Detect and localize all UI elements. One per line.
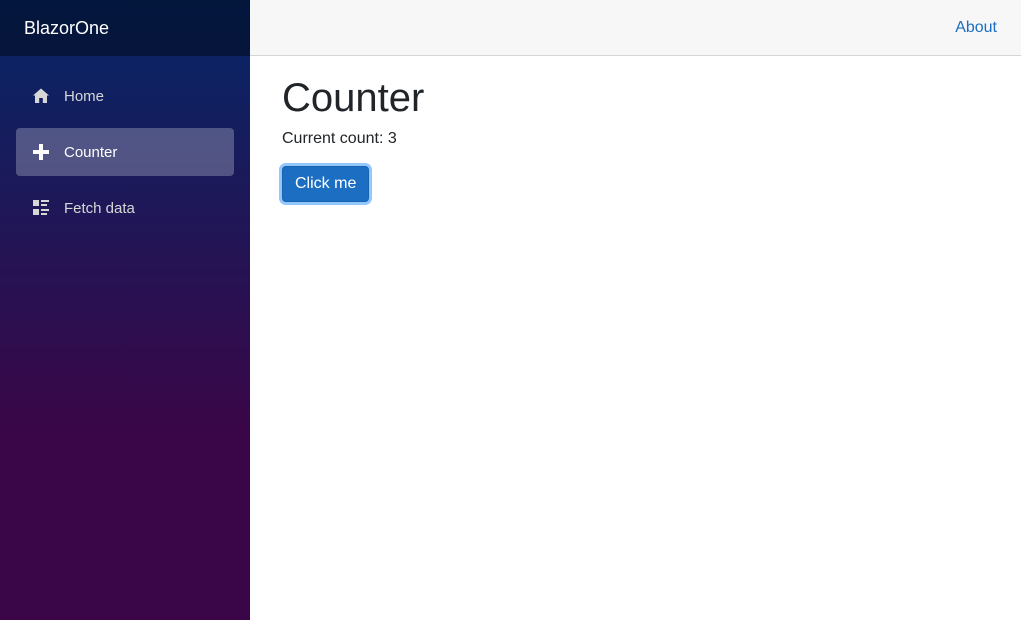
current-count-text: Current count: 3 bbox=[282, 130, 397, 147]
app-root: BlazorOne Home Counter Fetch data About … bbox=[0, 0, 1021, 620]
sidebar: BlazorOne Home Counter Fetch data bbox=[0, 0, 250, 620]
list-rich-icon bbox=[32, 199, 50, 217]
brand-link[interactable]: BlazorOne bbox=[24, 19, 109, 37]
sidebar-item-counter[interactable]: Counter bbox=[16, 128, 234, 176]
sidebar-nav: Home Counter Fetch data bbox=[0, 56, 250, 240]
brand-bar: BlazorOne bbox=[0, 0, 250, 56]
sidebar-item-fetch-data-wrapper: Fetch data bbox=[0, 184, 250, 240]
sidebar-item-counter-wrapper: Counter bbox=[0, 128, 250, 184]
main-area: About Counter Current count: 3 Click me bbox=[250, 0, 1021, 620]
plus-icon bbox=[32, 143, 50, 161]
click-me-button[interactable]: Click me bbox=[282, 166, 370, 202]
sidebar-item-label: Fetch data bbox=[64, 199, 135, 217]
about-link[interactable]: About bbox=[955, 19, 997, 37]
top-row: About bbox=[250, 0, 1021, 56]
page-content: Counter Current count: 3 Click me bbox=[250, 56, 1021, 222]
page-title: Counter bbox=[282, 76, 425, 120]
home-icon bbox=[32, 87, 50, 105]
sidebar-item-fetch-data[interactable]: Fetch data bbox=[16, 184, 234, 232]
sidebar-item-label: Home bbox=[64, 87, 105, 105]
sidebar-item-home[interactable]: Home bbox=[16, 72, 234, 120]
sidebar-item-home-wrapper: Home bbox=[0, 72, 250, 128]
sidebar-item-label: Counter bbox=[64, 143, 118, 161]
